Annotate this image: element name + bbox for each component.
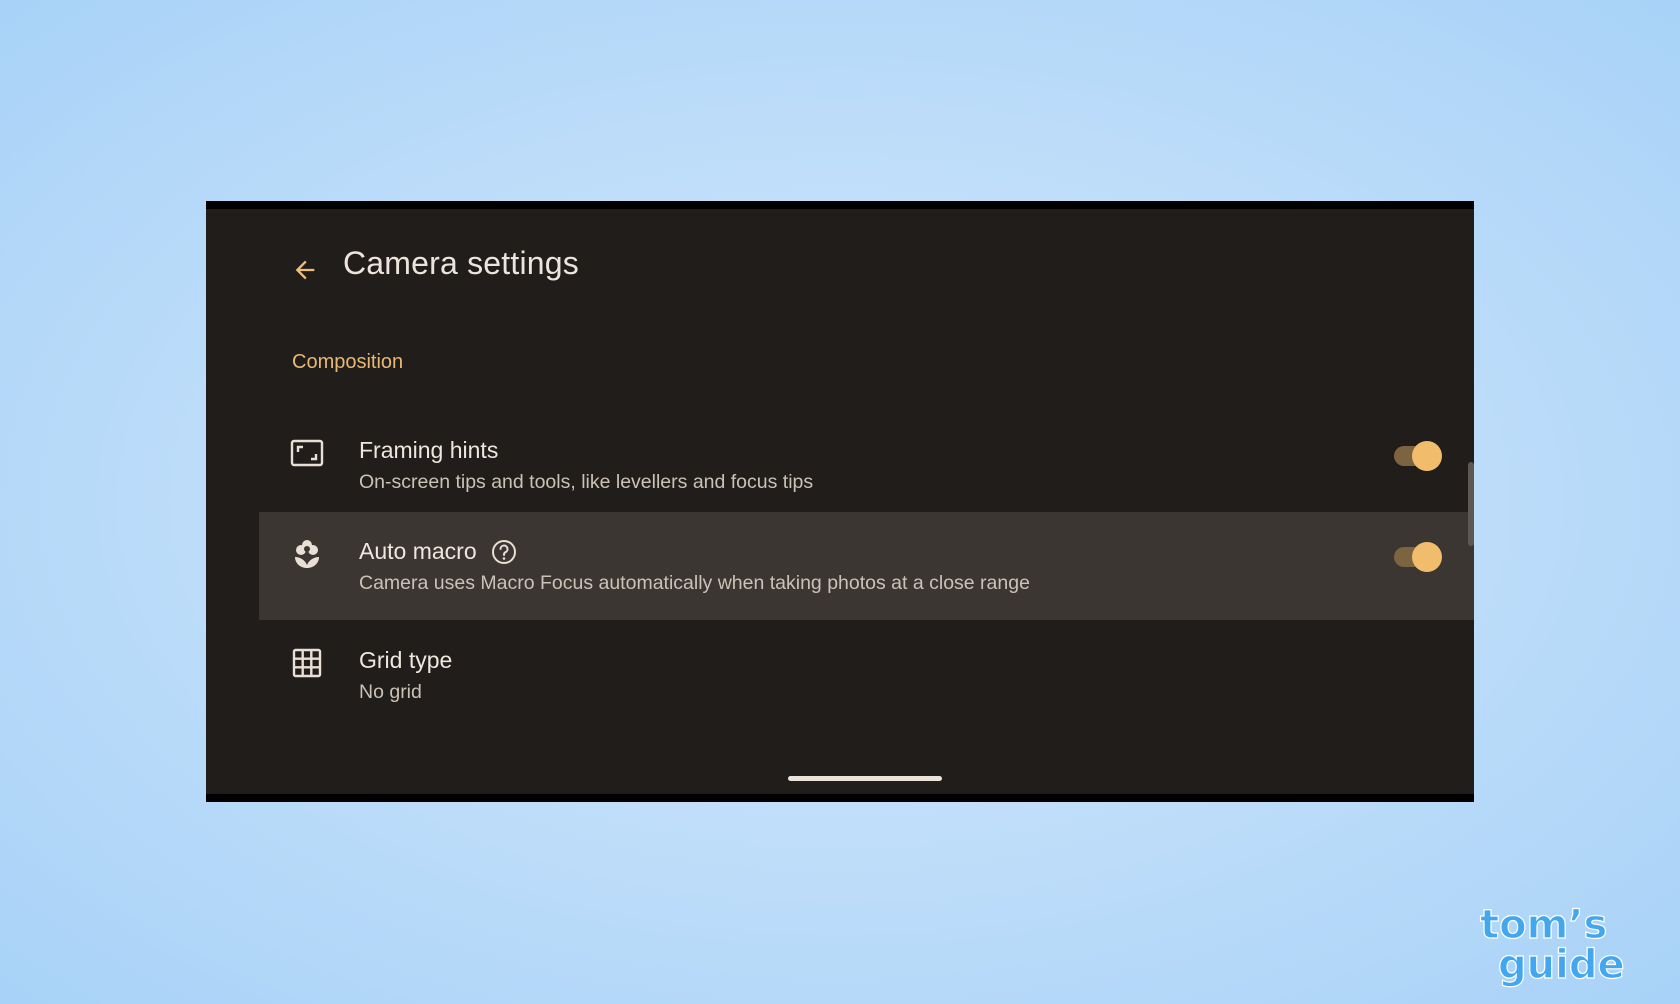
auto-macro-toggle[interactable] <box>1394 542 1442 572</box>
setting-auto-macro[interactable]: Auto macro Camera uses Macro Focus autom… <box>259 512 1474 620</box>
setting-title: Grid type <box>359 647 452 674</box>
scrollbar[interactable] <box>1468 462 1474 546</box>
setting-subtitle: On-screen tips and tools, like levellers… <box>359 471 814 493</box>
setting-title: Auto macro <box>359 538 517 565</box>
svg-text:guide: guide <box>1498 942 1625 988</box>
help-circle-icon[interactable] <box>491 539 517 565</box>
setting-title-text: Auto macro <box>359 538 477 564</box>
arrow-left-icon <box>295 260 315 280</box>
setting-subtitle: Camera uses Macro Focus automatically wh… <box>359 572 1030 594</box>
grid-icon <box>289 645 325 681</box>
setting-subtitle: No grid <box>359 681 422 703</box>
toms-guide-logo: tom’s guide <box>1476 900 1656 990</box>
page-title: Camera settings <box>343 245 579 281</box>
setting-framing-hints[interactable]: Framing hints On-screen tips and tools, … <box>259 411 1474 519</box>
cut-off-next-item <box>292 743 432 749</box>
setting-title-text: Grid type <box>359 647 453 673</box>
setting-title: Framing hints <box>359 437 498 464</box>
macro-flower-icon <box>289 536 325 572</box>
back-button[interactable] <box>282 247 328 293</box>
camera-settings-screen: Camera settings Composition Framing hint… <box>206 209 1474 794</box>
framing-frame-icon <box>289 435 325 471</box>
phone-screenshot-frame: Camera settings Composition Framing hint… <box>206 201 1474 802</box>
toggle-thumb <box>1412 542 1442 572</box>
toggle-thumb <box>1412 441 1442 471</box>
setting-title-text: Framing hints <box>359 437 499 463</box>
framing-hints-toggle[interactable] <box>1394 441 1442 471</box>
gesture-nav-handle[interactable] <box>788 776 942 781</box>
setting-grid-type[interactable]: Grid type No grid <box>259 621 1474 729</box>
section-header-composition: Composition <box>292 351 404 373</box>
